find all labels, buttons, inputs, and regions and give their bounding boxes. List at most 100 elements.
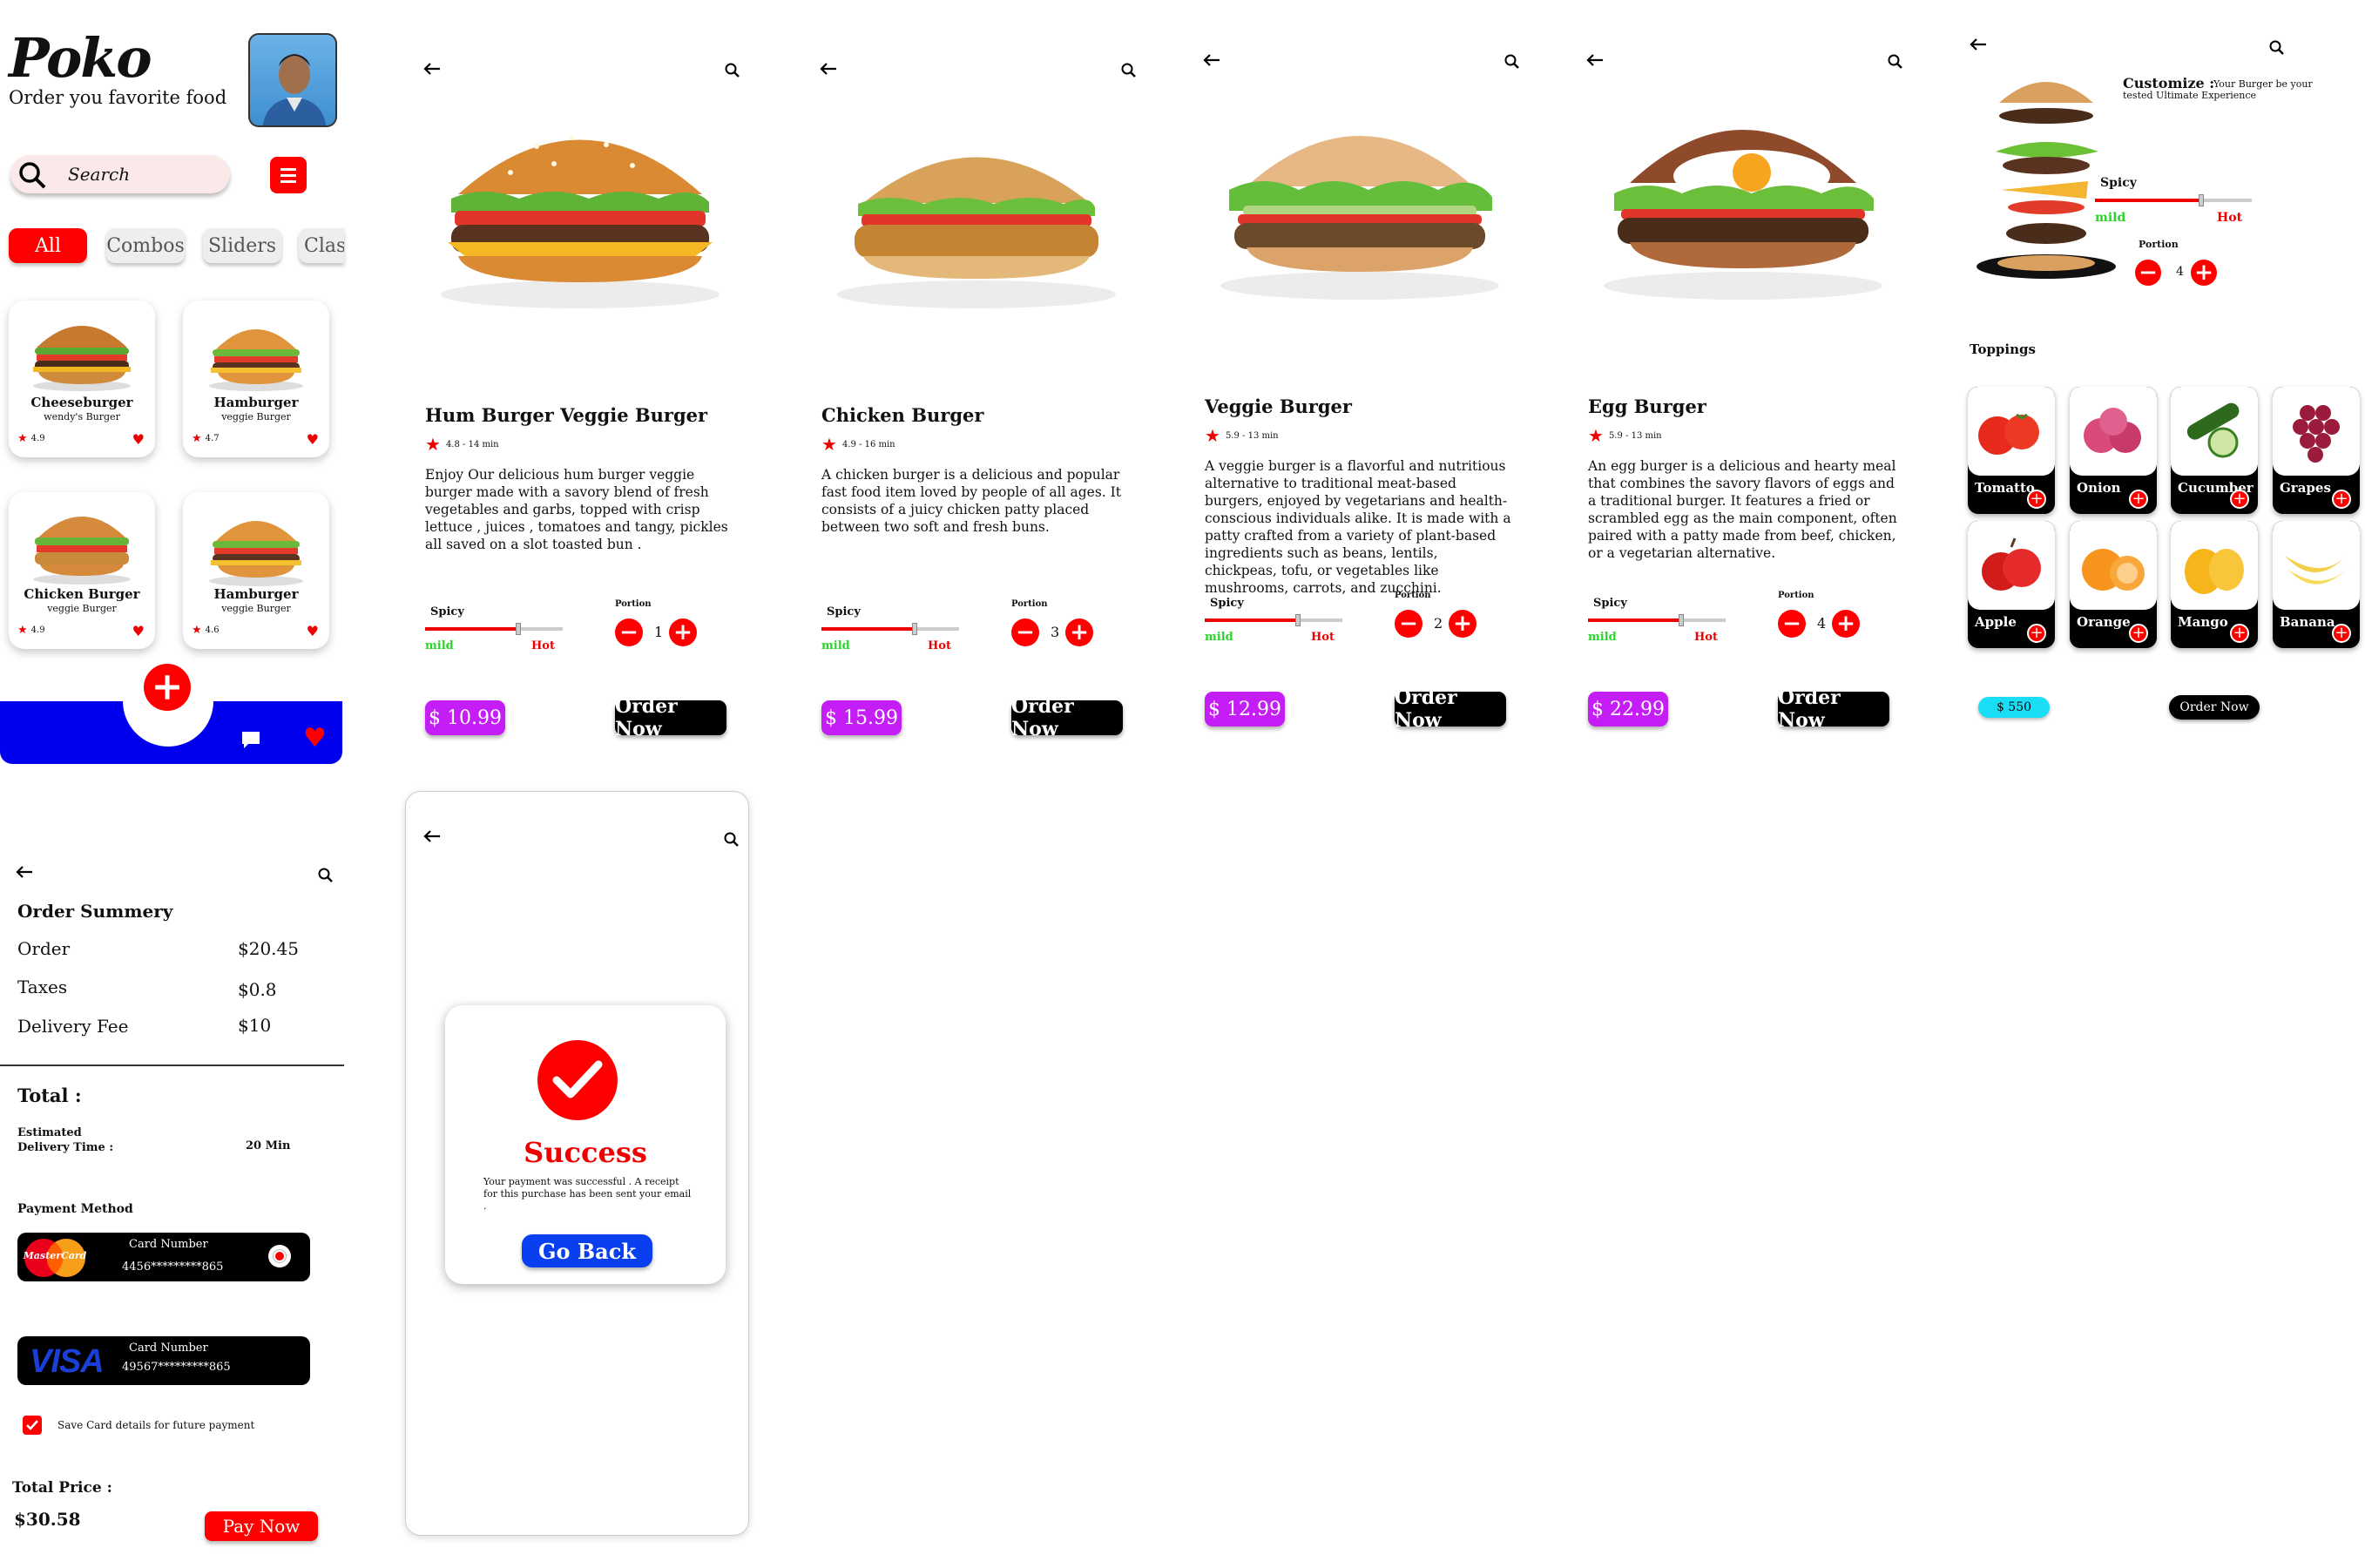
topping-card[interactable]: Grapes +: [2273, 387, 2360, 514]
card-select-radio[interactable]: [268, 1245, 291, 1267]
back-arrow-icon[interactable]: [820, 63, 837, 75]
decrease-portion-button[interactable]: −: [1011, 618, 1039, 646]
spicy-slider[interactable]: [821, 623, 959, 635]
slider-knob[interactable]: [912, 623, 917, 635]
hot-label: Hot: [531, 639, 555, 652]
search-icon[interactable]: [1888, 54, 1903, 70]
visa-card[interactable]: VISA Card Number 49567*********865: [17, 1336, 310, 1385]
spicy-slider[interactable]: [425, 623, 563, 635]
pay-now-button[interactable]: Pay Now: [205, 1511, 318, 1541]
spicy-slider[interactable]: [2095, 194, 2252, 206]
summary-label-order: Order: [17, 938, 71, 959]
burger-image: [1220, 136, 1499, 300]
food-card[interactable]: Hamburger veggie Burger ★ 4.6 ♥: [183, 492, 329, 649]
custom-price: $ 550: [1978, 697, 2050, 718]
decrease-portion-button[interactable]: −: [615, 618, 643, 646]
avatar[interactable]: [248, 33, 337, 127]
topping-card[interactable]: Banana +: [2273, 521, 2360, 648]
cheeseburger-image: [33, 326, 131, 391]
category-sliders[interactable]: Sliders: [203, 228, 281, 263]
star-icon: ★: [17, 624, 28, 637]
slider-knob[interactable]: [1295, 614, 1301, 626]
detail-screen: Veggie Burger ★ 5.9 - 13 min A veggie bur…: [1189, 0, 1555, 758]
slider-fill: [1588, 618, 1681, 622]
add-topping-button[interactable]: +: [2230, 624, 2249, 643]
burger-image: [1604, 130, 1882, 300]
topping-card[interactable]: Orange +: [2070, 521, 2157, 648]
summary-value-delivery: $10: [238, 1015, 272, 1036]
add-button[interactable]: +: [144, 664, 191, 711]
food-card[interactable]: Chicken Burger veggie Burger ★ 4.9 ♥: [9, 492, 155, 649]
increase-portion-button[interactable]: +: [669, 618, 697, 646]
estimated-label: Estimated Delivery Time :: [17, 1126, 114, 1154]
spicy-slider[interactable]: [1588, 614, 1726, 626]
topping-card[interactable]: Mango +: [2171, 521, 2258, 648]
slider-knob[interactable]: [1679, 614, 1684, 626]
back-arrow-icon[interactable]: [1970, 38, 1987, 51]
search-icon[interactable]: [2269, 40, 2285, 56]
heart-icon[interactable]: ♥: [307, 623, 319, 639]
add-topping-button[interactable]: +: [2230, 490, 2249, 509]
save-card-checkbox[interactable]: [23, 1416, 42, 1435]
search-input[interactable]: Search: [68, 164, 130, 185]
food-subtitle: veggie Burger: [221, 411, 291, 422]
mastercard-brand: MasterCard: [23, 1250, 87, 1261]
topping-image: [2171, 387, 2258, 476]
back-arrow-icon[interactable]: [16, 866, 33, 878]
topping-name: Onion: [2077, 480, 2121, 496]
search-icon[interactable]: [318, 868, 334, 883]
topping-image: [1968, 521, 2055, 610]
order-now-button[interactable]: Order Now: [1778, 686, 1889, 732]
back-arrow-icon[interactable]: [423, 830, 441, 842]
heart-icon[interactable]: ♥: [132, 431, 145, 448]
heart-icon[interactable]: ♥: [132, 623, 145, 639]
food-card[interactable]: Hamburger veggie Burger ★ 4.7 ♥: [183, 301, 329, 457]
food-name: Chicken Burger: [24, 586, 140, 602]
go-back-button[interactable]: Go Back: [522, 1234, 652, 1267]
category-combos[interactable]: Combos: [106, 228, 185, 263]
slider-knob[interactable]: [516, 623, 521, 635]
increase-portion-button[interactable]: +: [1832, 610, 1860, 638]
rating-time: ★ 4.9 - 16 min: [821, 436, 895, 453]
mastercard-card[interactable]: MasterCard Card Number 4456*********865: [17, 1233, 310, 1281]
add-topping-button[interactable]: +: [2027, 624, 2046, 643]
increase-portion-button[interactable]: +: [1065, 618, 1093, 646]
search-icon[interactable]: [1121, 63, 1137, 78]
add-topping-button[interactable]: +: [2332, 624, 2351, 643]
back-arrow-icon[interactable]: [1203, 54, 1220, 66]
decrease-portion-button[interactable]: −: [2135, 260, 2161, 286]
order-now-button[interactable]: Order Now: [2169, 695, 2260, 720]
increase-portion-button[interactable]: +: [2191, 260, 2217, 286]
category-all[interactable]: All: [9, 228, 87, 263]
topping-card[interactable]: Onion +: [2070, 387, 2157, 514]
topping-name: Orange: [2077, 614, 2131, 630]
chat-icon[interactable]: [240, 730, 261, 749]
spicy-slider[interactable]: [1205, 614, 1342, 626]
heart-icon[interactable]: ♥: [307, 431, 319, 448]
add-topping-button[interactable]: +: [2129, 490, 2148, 509]
food-card[interactable]: Cheeseburger wendy's Burger ★ 4.9 ♥: [9, 301, 155, 457]
slider-knob[interactable]: [2199, 194, 2204, 206]
search-icon[interactable]: [1504, 54, 1520, 70]
decrease-portion-button[interactable]: −: [1778, 610, 1806, 638]
decrease-portion-button[interactable]: −: [1395, 610, 1422, 638]
back-arrow-icon[interactable]: [423, 63, 441, 75]
menu-button[interactable]: [270, 157, 307, 193]
search-icon[interactable]: [724, 832, 740, 848]
add-topping-button[interactable]: +: [2027, 490, 2046, 509]
topping-card[interactable]: Cucumber +: [2171, 387, 2258, 514]
order-now-button[interactable]: Order Now: [1395, 686, 1506, 732]
order-now-button[interactable]: Order Now: [1011, 695, 1123, 740]
heart-nav-icon[interactable]: ♥: [303, 723, 327, 754]
search-bar[interactable]: Search: [10, 155, 230, 193]
order-now-button[interactable]: Order Now: [615, 695, 726, 740]
increase-portion-button[interactable]: +: [1449, 610, 1476, 638]
price-tag: $ 22.99: [1588, 692, 1668, 727]
topping-card[interactable]: Apple +: [1968, 521, 2055, 648]
add-topping-button[interactable]: +: [2129, 624, 2148, 643]
category-class[interactable]: Class: [299, 228, 344, 263]
topping-card[interactable]: Tomatto +: [1968, 387, 2055, 514]
add-topping-button[interactable]: +: [2332, 490, 2351, 509]
search-icon[interactable]: [725, 63, 740, 78]
back-arrow-icon[interactable]: [1586, 54, 1604, 66]
